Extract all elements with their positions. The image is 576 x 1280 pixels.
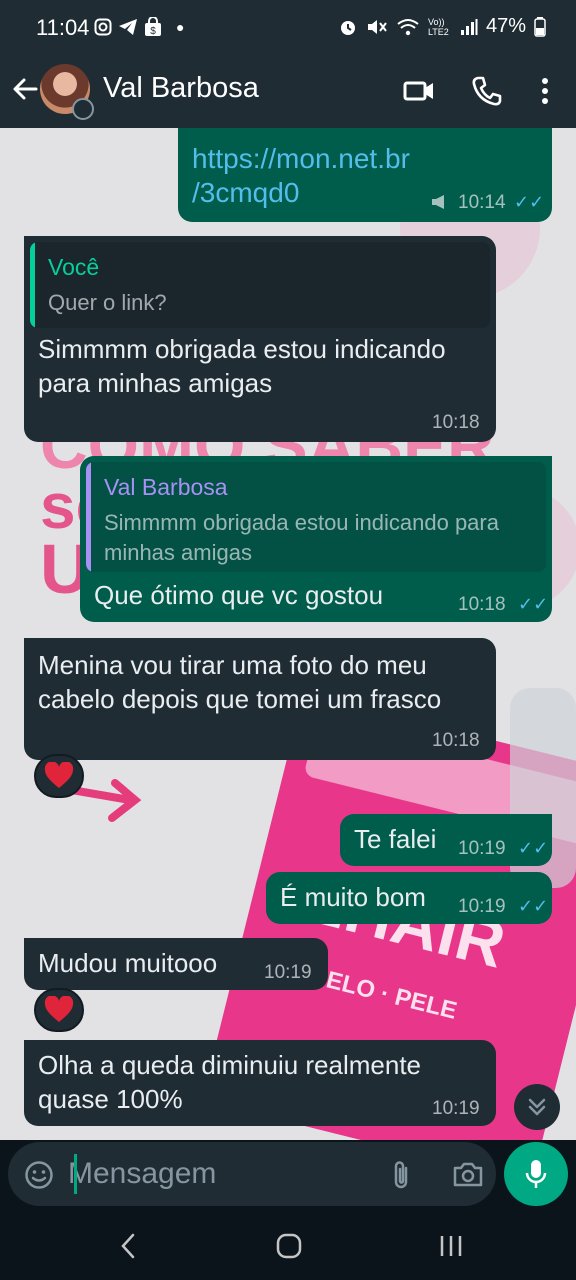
message-text: Simmmm obrigada estou indicando para min… [38,334,446,398]
status-bar: 11:04 $ ● Vo)) LTE2 47% [0,0,576,58]
read-ticks-icon: ✓✓ [518,896,549,916]
reaction-heart[interactable] [34,754,84,798]
message-bubble-incoming[interactable]: Olha a queda diminuiu realmente quase 10… [24,1040,496,1126]
message-time: 10:19 [458,896,506,917]
message-bubble-incoming[interactable]: Mudou muitooo 10:19 [24,938,328,990]
message-text: Olha a queda diminuiu realmente quase 10… [38,1050,422,1114]
quoted-message[interactable]: Val Barbosa Simmmm obrigada estou indica… [86,462,546,572]
message-time: 10:19 [432,1098,480,1119]
status-right-icons: Vo)) LTE2 47% [338,15,546,38]
reaction-heart[interactable] [34,988,84,1032]
message-text: É muito bom [280,882,426,912]
nav-back-icon[interactable] [118,1232,138,1260]
message-bubble-incoming[interactable]: Você Quer o link? Simmmm obrigada estou … [24,236,496,442]
message-input-container [8,1142,496,1206]
message-bubble-outgoing[interactable]: Val Barbosa Simmmm obrigada estou indica… [80,456,552,622]
message-time: 10:18 [432,730,480,751]
message-time: 10:19 [458,838,506,859]
quoted-sender: Val Barbosa [104,474,228,500]
read-ticks-icon: ✓✓ [518,838,549,858]
mute-icon [367,19,387,34]
contact-name[interactable]: Val Barbosa [103,72,259,105]
shopping-bag-icon: $ [145,17,161,37]
heart-icon [44,996,74,1022]
quoted-message[interactable]: Você Quer o link? [30,242,490,328]
video-call-icon[interactable] [402,74,436,108]
read-ticks-icon: ✓✓ [518,594,549,614]
message-time: 10:18 [432,412,480,433]
message-input[interactable] [68,1152,368,1196]
svg-text:$: $ [150,26,156,37]
message-time: 10:14 [458,192,506,213]
battery-icon [534,16,546,37]
telegram-icon [119,19,137,35]
message-time: 10:18 [458,594,506,615]
read-ticks-icon: ✓✓ [514,192,545,212]
message-text: Mudou muitooo [38,948,218,978]
status-time: 11:04 [36,15,90,40]
message-text: Menina vou tirar uma foto do meu cabelo … [38,650,442,714]
wifi-icon [397,18,419,35]
system-nav-bar [0,1212,576,1280]
quoted-text: Quer o link? [48,290,167,315]
message-list[interactable]: COMO SABER se U EHAIR CABELO · PELE http… [0,128,576,1140]
voice-message-button[interactable] [504,1142,568,1206]
message-link[interactable]: https://mon.net.br /3cmqd0 [192,142,410,210]
message-text: Que ótimo que vc gostou [94,580,384,610]
message-bubble-incoming[interactable]: Menina vou tirar uma foto do meu cabelo … [24,638,496,760]
back-arrow-icon[interactable] [10,74,40,104]
message-bubble-outgoing[interactable]: https://mon.net.br /3cmqd0 10:14 ✓✓ [178,128,552,222]
text-cursor [74,1154,77,1194]
quoted-sender: Você [48,254,100,280]
more-options-icon[interactable] [528,74,562,108]
heart-icon [44,762,74,788]
message-time: 10:19 [264,962,312,983]
double-chevron-down-icon [528,1098,546,1116]
battery-percent: 47% [485,15,526,37]
message-bubble-outgoing[interactable]: É muito bom 10:19 ✓✓ [266,872,552,924]
scroll-to-bottom-button[interactable] [514,1084,560,1130]
status-ring-icon [72,98,94,120]
megaphone-icon [432,195,444,209]
message-text: Te falei [354,824,437,854]
alarm-icon [340,20,355,35]
nav-home-icon[interactable] [276,1232,302,1260]
status-notification-icons: $ ● [94,17,184,37]
signal-icon [460,18,478,35]
more-notifications-dot-icon: ● [176,19,185,35]
compose-bar [0,1140,576,1212]
phone-icon[interactable] [470,74,504,108]
message-bubble-outgoing[interactable]: Te falei 10:19 ✓✓ [340,814,552,866]
nav-recents-icon[interactable] [438,1232,464,1260]
instagram-icon [94,18,112,36]
quoted-text: Simmmm obrigada estou indicando para min… [104,510,499,565]
network-label: Vo)) LTE2 [427,16,449,37]
attach-icon[interactable] [388,1158,414,1192]
chat-header: Val Barbosa [0,58,576,128]
microphone-icon [525,1160,547,1188]
emoji-icon[interactable] [24,1160,54,1190]
camera-icon[interactable] [452,1160,484,1188]
